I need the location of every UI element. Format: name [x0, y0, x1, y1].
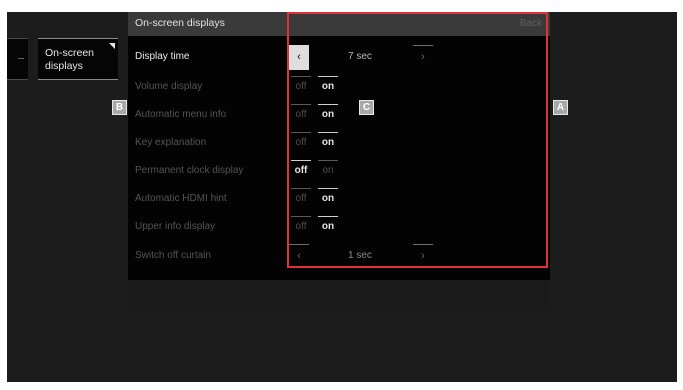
row-label: Switch off curtain [135, 250, 211, 261]
tv-screen: On-screen displays On-screen displays Ba… [7, 12, 677, 382]
row-label: Automatic menu info [135, 109, 227, 120]
row-label: Volume display [135, 81, 203, 92]
menu-footer [128, 280, 550, 306]
previous-menu-tab[interactable] [7, 38, 28, 80]
row-label: Upper info display [135, 221, 216, 232]
row-label: Automatic HDMI hint [135, 193, 227, 204]
row-label: Permanent clock display [135, 165, 244, 176]
callout-b: B [112, 100, 127, 115]
row-label: Display time [135, 51, 190, 62]
breadcrumb-label: On-screen displays [45, 47, 95, 72]
menu-title: On-screen displays [135, 17, 225, 29]
breadcrumb-on-screen-displays[interactable]: On-screen displays [38, 38, 118, 80]
callout-a: A [553, 100, 568, 115]
row-label: Key explanation [135, 137, 207, 148]
callout-c: C [359, 100, 374, 115]
highlight-frame-a [287, 12, 548, 268]
corner-indicator-icon [109, 43, 115, 49]
